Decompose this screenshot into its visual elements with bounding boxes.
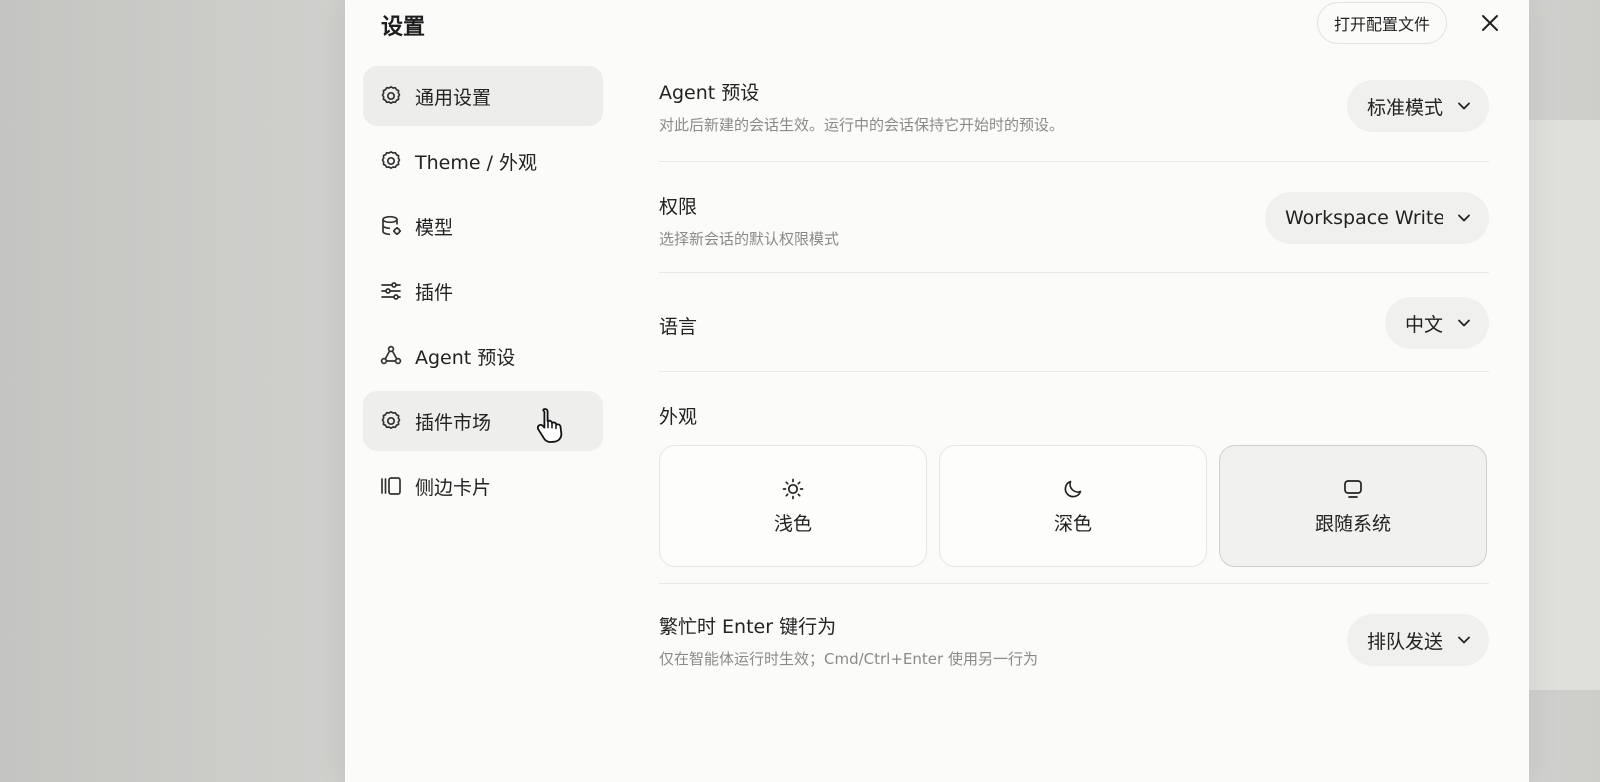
moon-icon: [1061, 477, 1085, 501]
agent-preset-select[interactable]: 标准模式: [1346, 80, 1489, 132]
chevron-down-icon: [1457, 211, 1471, 225]
setting-label: 语言: [659, 316, 698, 338]
sidebar-item-label: 插件市场: [415, 411, 492, 434]
setting-appearance: 外观 浅色 深色 跟随系统: [659, 372, 1489, 584]
hand-cursor-icon: [531, 405, 571, 448]
gear-icon: [379, 409, 403, 433]
sidebar-item-plugin-market[interactable]: 插件市场: [363, 391, 603, 451]
close-button[interactable]: [1475, 8, 1505, 38]
chevron-down-icon: [1457, 99, 1471, 113]
sun-icon: [781, 477, 805, 501]
sidebar-item-side-cards[interactable]: 侧边卡片: [363, 456, 603, 516]
sidebar-item-label: Theme / 外观: [415, 151, 538, 174]
sidebar-item-general[interactable]: 通用设置: [363, 66, 603, 126]
theme-option-dark[interactable]: 深色: [939, 445, 1207, 567]
setting-label: 外观: [659, 406, 698, 428]
setting-busy-enter: 繁忙时 Enter 键行为 仅在智能体运行时生效；Cmd/Ctrl+Enter …: [659, 584, 1489, 694]
theme-options: 浅色 深色 跟随系统: [659, 445, 1489, 567]
sidebar-item-label: 通用设置: [415, 86, 492, 109]
sidebar-item-plugins[interactable]: 插件: [363, 261, 603, 321]
setting-language: 语言 中文: [659, 273, 1489, 372]
settings-sidebar: 通用设置 Theme / 外观 模型 插件 Agent 预设 插件市场 侧边卡片: [363, 66, 603, 521]
monitor-icon: [1341, 477, 1365, 501]
chevron-down-icon: [1457, 316, 1471, 330]
chevron-down-icon: [1457, 633, 1471, 647]
sidebar-item-theme[interactable]: Theme / 外观: [363, 131, 603, 191]
gear-icon: [379, 149, 403, 173]
sidebar-item-agent-presets[interactable]: Agent 预设: [363, 326, 603, 386]
sidebar-item-label: 侧边卡片: [415, 476, 492, 499]
setting-permissions: 权限 选择新会话的默认权限模式 Workspace Write: [659, 162, 1489, 273]
language-select[interactable]: 中文: [1384, 297, 1489, 349]
sidebar-item-label: 模型: [415, 216, 454, 239]
theme-option-label: 跟随系统: [1314, 512, 1391, 535]
settings-content: Agent 预设 对此后新建的会话生效。运行中的会话保持它开始时的预设。 标准模…: [659, 70, 1489, 694]
setting-agent-preset: Agent 预设 对此后新建的会话生效。运行中的会话保持它开始时的预设。 标准模…: [659, 70, 1489, 162]
sliders-icon: [379, 279, 403, 303]
sidebar-item-label: 插件: [415, 281, 454, 304]
permissions-select[interactable]: Workspace Write: [1265, 192, 1489, 244]
cards-icon: [379, 474, 403, 498]
close-icon: [1482, 15, 1498, 31]
theme-option-label: 浅色: [773, 512, 812, 535]
settings-dialog: 设置 打开配置文件 通用设置 Theme / 外观 模型 插件 Agent 预设…: [345, 0, 1529, 782]
sidebar-item-label: Agent 预设: [415, 346, 516, 369]
database-icon: [379, 214, 403, 238]
gear-icon: [379, 84, 403, 108]
theme-option-light[interactable]: 浅色: [659, 445, 927, 567]
select-value: 排队发送: [1366, 630, 1443, 653]
open-config-button[interactable]: 打开配置文件: [1317, 2, 1448, 44]
sidebar-item-models[interactable]: 模型: [363, 196, 603, 256]
busy-enter-select[interactable]: 排队发送: [1346, 614, 1489, 666]
theme-option-system[interactable]: 跟随系统: [1219, 445, 1487, 567]
nodes-icon: [379, 344, 403, 368]
select-value: Workspace Write: [1285, 207, 1443, 229]
select-value: 中文: [1404, 313, 1443, 336]
theme-option-label: 深色: [1053, 512, 1092, 535]
dialog-title: 设置: [381, 15, 426, 40]
select-value: 标准模式: [1366, 96, 1443, 119]
